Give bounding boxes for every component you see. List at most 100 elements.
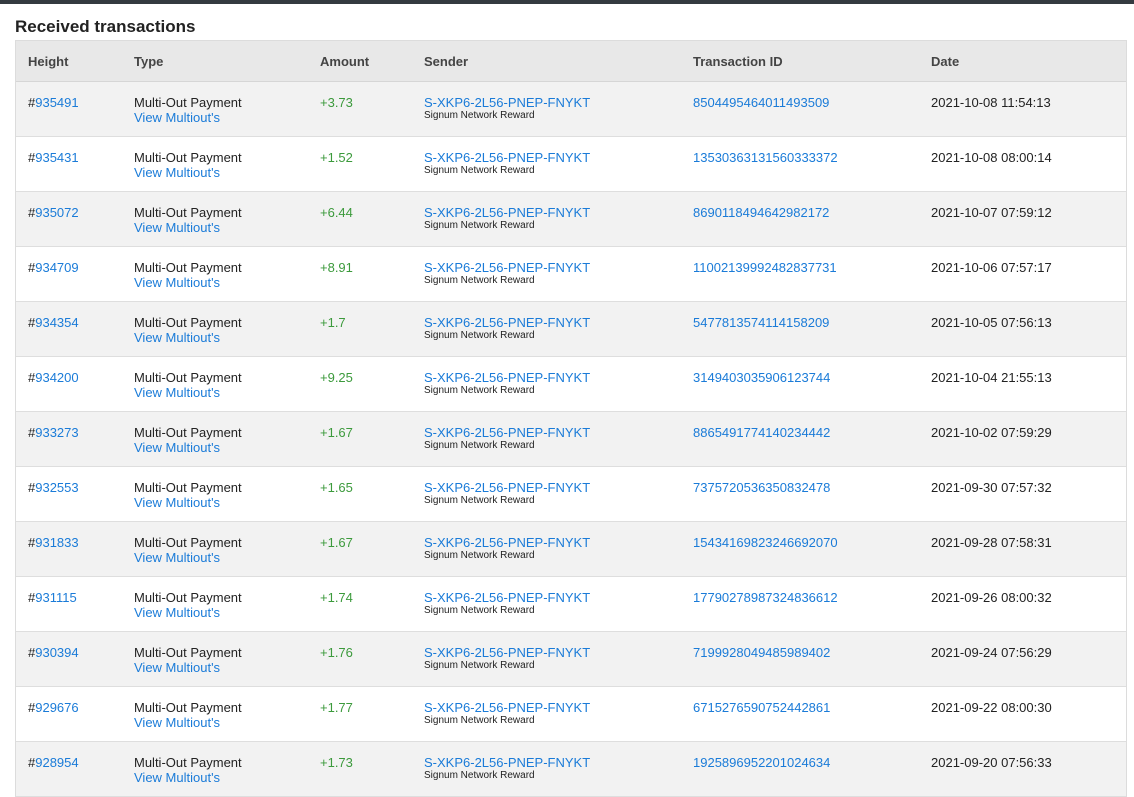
sender-link[interactable]: S-XKP6-2L56-PNEP-FNYKT xyxy=(424,700,590,715)
sender-link[interactable]: S-XKP6-2L56-PNEP-FNYKT xyxy=(424,535,590,550)
sender-link[interactable]: S-XKP6-2L56-PNEP-FNYKT xyxy=(424,755,590,770)
height-link[interactable]: 928954 xyxy=(35,755,78,770)
amount-value: +1.7 xyxy=(320,315,346,330)
transaction-id-link[interactable]: 8690118494642982172 xyxy=(693,205,829,220)
height-link[interactable]: 932553 xyxy=(35,480,78,495)
sender-link[interactable]: S-XKP6-2L56-PNEP-FNYKT xyxy=(424,95,590,110)
view-multiouts-link[interactable]: View Multiout's xyxy=(134,550,308,565)
type-label: Multi-Out Payment xyxy=(134,645,242,660)
height-cell: #935072 xyxy=(16,191,122,247)
date-cell: 2021-09-30 07:57:32 xyxy=(919,466,1126,522)
transaction-id-cell: 17790278987324836612 xyxy=(681,576,919,632)
date-cell: 2021-10-08 11:54:13 xyxy=(919,81,1126,137)
sender-note: Signum Network Reward xyxy=(424,165,535,176)
sender-note: Signum Network Reward xyxy=(424,385,535,396)
sender-link[interactable]: S-XKP6-2L56-PNEP-FNYKT xyxy=(424,480,590,495)
view-multiouts-link[interactable]: View Multiout's xyxy=(134,220,308,235)
height-cell: #931833 xyxy=(16,521,122,577)
transaction-id-link[interactable]: 7199928049485989402 xyxy=(693,645,830,660)
height-cell: #929676 xyxy=(16,686,122,742)
sender-cell: S-XKP6-2L56-PNEP-FNYKT Signum Network Rew… xyxy=(412,301,681,357)
amount-cell: +8.91 xyxy=(308,246,412,302)
sender-note: Signum Network Reward xyxy=(424,110,535,121)
sender-cell: S-XKP6-2L56-PNEP-FNYKT Signum Network Rew… xyxy=(412,81,681,137)
transaction-id-link[interactable]: 15434169823246692070 xyxy=(693,535,838,550)
height-link[interactable]: 934200 xyxy=(35,370,78,385)
view-multiouts-link[interactable]: View Multiout's xyxy=(134,385,308,400)
transaction-id-cell: 3149403035906123744 xyxy=(681,356,919,412)
height-link[interactable]: 935431 xyxy=(35,150,78,165)
height-cell: #934354 xyxy=(16,301,122,357)
transaction-id-link[interactable]: 11002139992482837731 xyxy=(693,260,837,275)
sender-note: Signum Network Reward xyxy=(424,605,535,616)
amount-value: +1.65 xyxy=(320,480,353,495)
table-row: #930394 Multi-Out Payment View Multiout's +… xyxy=(16,631,1126,687)
type-cell: Multi-Out Payment View Multiout's xyxy=(122,356,308,412)
type-label: Multi-Out Payment xyxy=(134,590,242,605)
sender-link[interactable]: S-XKP6-2L56-PNEP-FNYKT xyxy=(424,645,590,660)
view-multiouts-link[interactable]: View Multiout's xyxy=(134,660,308,675)
date-cell: 2021-09-20 07:56:33 xyxy=(919,741,1126,797)
date-cell: 2021-09-22 08:00:30 xyxy=(919,686,1126,742)
date-value: 2021-10-05 07:56:13 xyxy=(931,315,1052,330)
sender-link[interactable]: S-XKP6-2L56-PNEP-FNYKT xyxy=(424,590,590,605)
sender-note: Signum Network Reward xyxy=(424,440,535,451)
transaction-id-link[interactable]: 7375720536350832478 xyxy=(693,480,830,495)
view-multiouts-link[interactable]: View Multiout's xyxy=(134,330,308,345)
date-value: 2021-10-07 07:59:12 xyxy=(931,205,1052,220)
transaction-id-link[interactable]: 17790278987324836612 xyxy=(693,590,838,605)
type-cell: Multi-Out Payment View Multiout's xyxy=(122,521,308,577)
transaction-id-link[interactable]: 5477813574114158209 xyxy=(693,315,829,330)
view-multiouts-link[interactable]: View Multiout's xyxy=(134,110,308,125)
date-cell: 2021-09-28 07:58:31 xyxy=(919,521,1126,577)
sender-link[interactable]: S-XKP6-2L56-PNEP-FNYKT xyxy=(424,150,590,165)
height-link[interactable]: 931833 xyxy=(35,535,78,550)
height-cell: #928954 xyxy=(16,741,122,797)
height-cell: #935491 xyxy=(16,81,122,137)
date-value: 2021-10-04 21:55:13 xyxy=(931,370,1052,385)
sender-link[interactable]: S-XKP6-2L56-PNEP-FNYKT xyxy=(424,425,590,440)
sender-link[interactable]: S-XKP6-2L56-PNEP-FNYKT xyxy=(424,205,590,220)
transaction-id-link[interactable]: 8504495464011493509 xyxy=(693,95,829,110)
transaction-id-link[interactable]: 8865491774140234442 xyxy=(693,425,830,440)
transaction-id-link[interactable]: 3149403035906123744 xyxy=(693,370,830,385)
height-link[interactable]: 931115 xyxy=(35,590,76,605)
view-multiouts-link[interactable]: View Multiout's xyxy=(134,770,308,785)
amount-value: +1.73 xyxy=(320,755,353,770)
transaction-id-link[interactable]: 13530363131560333372 xyxy=(693,150,838,165)
amount-cell: +1.67 xyxy=(308,411,412,467)
date-cell: 2021-09-26 08:00:32 xyxy=(919,576,1126,632)
view-multiouts-link[interactable]: View Multiout's xyxy=(134,275,308,290)
amount-cell: +1.67 xyxy=(308,521,412,577)
view-multiouts-link[interactable]: View Multiout's xyxy=(134,440,308,455)
transaction-id-link[interactable]: 1925896952201024634 xyxy=(693,755,830,770)
amount-value: +3.73 xyxy=(320,95,353,110)
type-cell: Multi-Out Payment View Multiout's xyxy=(122,191,308,247)
date-value: 2021-09-22 08:00:30 xyxy=(931,700,1052,715)
height-link[interactable]: 935072 xyxy=(35,205,78,220)
amount-value: +9.25 xyxy=(320,370,353,385)
table-row: #931833 Multi-Out Payment View Multiout's +… xyxy=(16,521,1126,577)
transaction-id-link[interactable]: 6715276590752442861 xyxy=(693,700,830,715)
sender-cell: S-XKP6-2L56-PNEP-FNYKT Signum Network Rew… xyxy=(412,411,681,467)
sender-link[interactable]: S-XKP6-2L56-PNEP-FNYKT xyxy=(424,315,590,330)
sender-cell: S-XKP6-2L56-PNEP-FNYKT Signum Network Rew… xyxy=(412,246,681,302)
height-link[interactable]: 935491 xyxy=(35,95,78,110)
sender-link[interactable]: S-XKP6-2L56-PNEP-FNYKT xyxy=(424,260,590,275)
amount-cell: +9.25 xyxy=(308,356,412,412)
type-cell: Multi-Out Payment View Multiout's xyxy=(122,631,308,687)
view-multiouts-link[interactable]: View Multiout's xyxy=(134,605,308,620)
height-link[interactable]: 929676 xyxy=(35,700,78,715)
sender-link[interactable]: S-XKP6-2L56-PNEP-FNYKT xyxy=(424,370,590,385)
height-link[interactable]: 930394 xyxy=(35,645,78,660)
view-multiouts-link[interactable]: View Multiout's xyxy=(134,165,308,180)
sender-cell: S-XKP6-2L56-PNEP-FNYKT Signum Network Rew… xyxy=(412,136,681,192)
transaction-id-cell: 6715276590752442861 xyxy=(681,686,919,742)
view-multiouts-link[interactable]: View Multiout's xyxy=(134,715,308,730)
view-multiouts-link[interactable]: View Multiout's xyxy=(134,495,308,510)
type-label: Multi-Out Payment xyxy=(134,260,242,275)
height-link[interactable]: 934354 xyxy=(35,315,78,330)
sender-cell: S-XKP6-2L56-PNEP-FNYKT Signum Network Rew… xyxy=(412,191,681,247)
height-link[interactable]: 934709 xyxy=(35,260,78,275)
height-link[interactable]: 933273 xyxy=(35,425,78,440)
